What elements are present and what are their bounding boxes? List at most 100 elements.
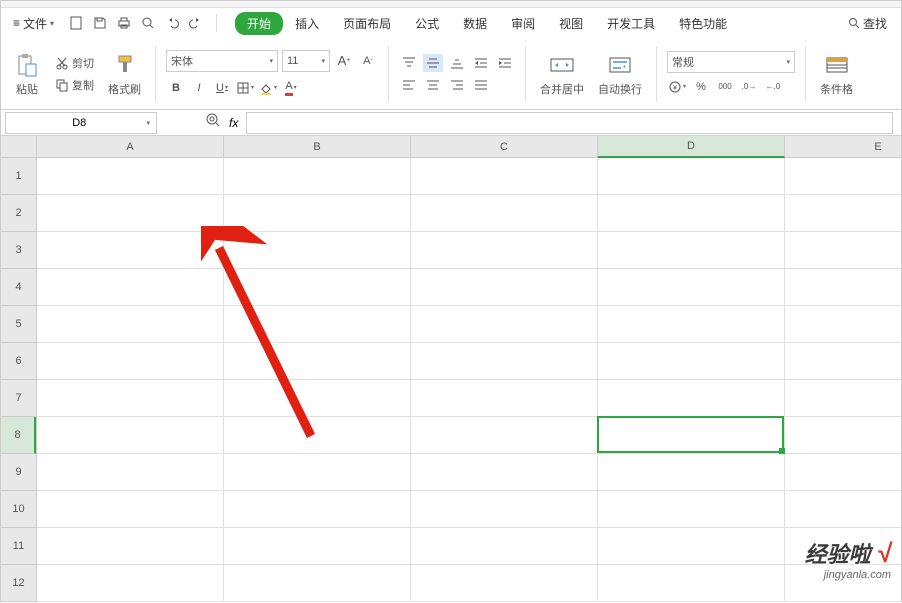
cell[interactable] [37, 232, 224, 269]
underline-button[interactable]: U▾ [212, 78, 232, 98]
tab-page-layout[interactable]: 页面布局 [331, 11, 403, 36]
tab-formula[interactable]: 公式 [403, 11, 451, 36]
column-header[interactable]: B [224, 136, 411, 158]
comma-button[interactable]: 000 [715, 77, 735, 97]
find-button[interactable]: 查找 [840, 11, 895, 36]
cell[interactable] [598, 195, 785, 232]
tab-start[interactable]: 开始 [235, 12, 283, 35]
cell[interactable] [785, 454, 901, 491]
cell[interactable] [785, 195, 901, 232]
cell[interactable] [411, 565, 598, 602]
cell[interactable] [37, 454, 224, 491]
cell[interactable] [224, 343, 411, 380]
cell[interactable] [411, 343, 598, 380]
cell[interactable] [411, 491, 598, 528]
cell[interactable] [37, 195, 224, 232]
undo-icon[interactable] [164, 15, 180, 31]
cell[interactable] [785, 380, 901, 417]
cell[interactable] [785, 417, 901, 454]
row-header[interactable]: 2 [1, 195, 36, 232]
cell[interactable] [37, 565, 224, 602]
cells-area[interactable] [37, 158, 901, 602]
number-format-combo[interactable]: 常规 ▾ [667, 51, 795, 73]
copy-button[interactable]: 复制 [51, 75, 98, 95]
cell[interactable] [411, 158, 598, 195]
fill-color-button[interactable]: ▾ [258, 78, 278, 98]
column-header[interactable]: C [411, 136, 598, 158]
row-header[interactable]: 10 [1, 491, 36, 528]
print-icon[interactable] [116, 15, 132, 31]
column-header[interactable]: D [598, 136, 785, 158]
align-bottom-button[interactable] [447, 54, 467, 72]
cell[interactable] [598, 417, 785, 454]
cell[interactable] [785, 491, 901, 528]
currency-button[interactable]: ¥▾ [667, 77, 687, 97]
row-header[interactable]: 3 [1, 232, 36, 269]
formula-input[interactable] [246, 112, 893, 134]
row-header[interactable]: 7 [1, 380, 36, 417]
cell[interactable] [785, 343, 901, 380]
tab-view[interactable]: 视图 [547, 11, 595, 36]
decrease-font-button[interactable]: A- [358, 51, 378, 71]
cell[interactable] [224, 417, 411, 454]
cell[interactable] [411, 195, 598, 232]
row-header[interactable]: 9 [1, 454, 36, 491]
cell[interactable] [598, 528, 785, 565]
cell[interactable] [37, 158, 224, 195]
cell[interactable] [37, 306, 224, 343]
tab-features[interactable]: 特色功能 [667, 11, 739, 36]
row-header[interactable]: 6 [1, 343, 36, 380]
cell[interactable] [224, 528, 411, 565]
align-left-button[interactable] [399, 76, 419, 94]
row-header[interactable]: 4 [1, 269, 36, 306]
name-box[interactable]: D8 ▾ [5, 112, 157, 134]
cell[interactable] [224, 195, 411, 232]
save-icon[interactable] [92, 15, 108, 31]
cell[interactable] [411, 417, 598, 454]
cut-button[interactable]: 剪切 [51, 53, 98, 73]
cell[interactable] [411, 232, 598, 269]
cell[interactable] [598, 491, 785, 528]
decrease-indent-button[interactable] [471, 54, 491, 72]
align-center-button[interactable] [423, 76, 443, 94]
cell[interactable] [598, 380, 785, 417]
cell[interactable] [224, 232, 411, 269]
cell[interactable] [411, 454, 598, 491]
align-middle-button[interactable] [423, 54, 443, 72]
cell[interactable] [37, 528, 224, 565]
cell[interactable] [37, 491, 224, 528]
cell[interactable] [411, 269, 598, 306]
cell[interactable] [37, 269, 224, 306]
conditional-format-button[interactable]: 条件格 [816, 49, 857, 99]
cell[interactable] [224, 380, 411, 417]
merge-center-button[interactable]: 合并居中 [536, 49, 588, 99]
cell[interactable] [598, 306, 785, 343]
fx-icon[interactable]: fx [229, 116, 238, 130]
cell[interactable] [224, 269, 411, 306]
cell[interactable] [37, 417, 224, 454]
row-header[interactable]: 8 [1, 417, 36, 454]
align-right-button[interactable] [447, 76, 467, 94]
wrap-text-button[interactable]: 自动换行 [594, 49, 646, 99]
format-painter-button[interactable]: 格式刷 [104, 49, 145, 99]
cell[interactable] [785, 232, 901, 269]
cell[interactable] [411, 528, 598, 565]
row-header[interactable]: 1 [1, 158, 36, 195]
cell[interactable] [224, 158, 411, 195]
cell[interactable] [785, 306, 901, 343]
font-color-button[interactable]: A▾ [281, 78, 301, 98]
row-header[interactable]: 11 [1, 528, 36, 565]
increase-indent-button[interactable] [495, 54, 515, 72]
border-button[interactable]: ▾ [235, 78, 255, 98]
cell[interactable] [224, 306, 411, 343]
print-preview-icon[interactable] [140, 15, 156, 31]
cell[interactable] [598, 565, 785, 602]
cell[interactable] [37, 343, 224, 380]
cell[interactable] [598, 232, 785, 269]
percent-button[interactable]: % [691, 77, 711, 97]
cell[interactable] [224, 565, 411, 602]
increase-font-button[interactable]: A+ [334, 51, 354, 71]
trace-icon[interactable] [205, 112, 221, 133]
cell[interactable] [598, 269, 785, 306]
font-size-combo[interactable]: 11 ▾ [282, 50, 330, 72]
